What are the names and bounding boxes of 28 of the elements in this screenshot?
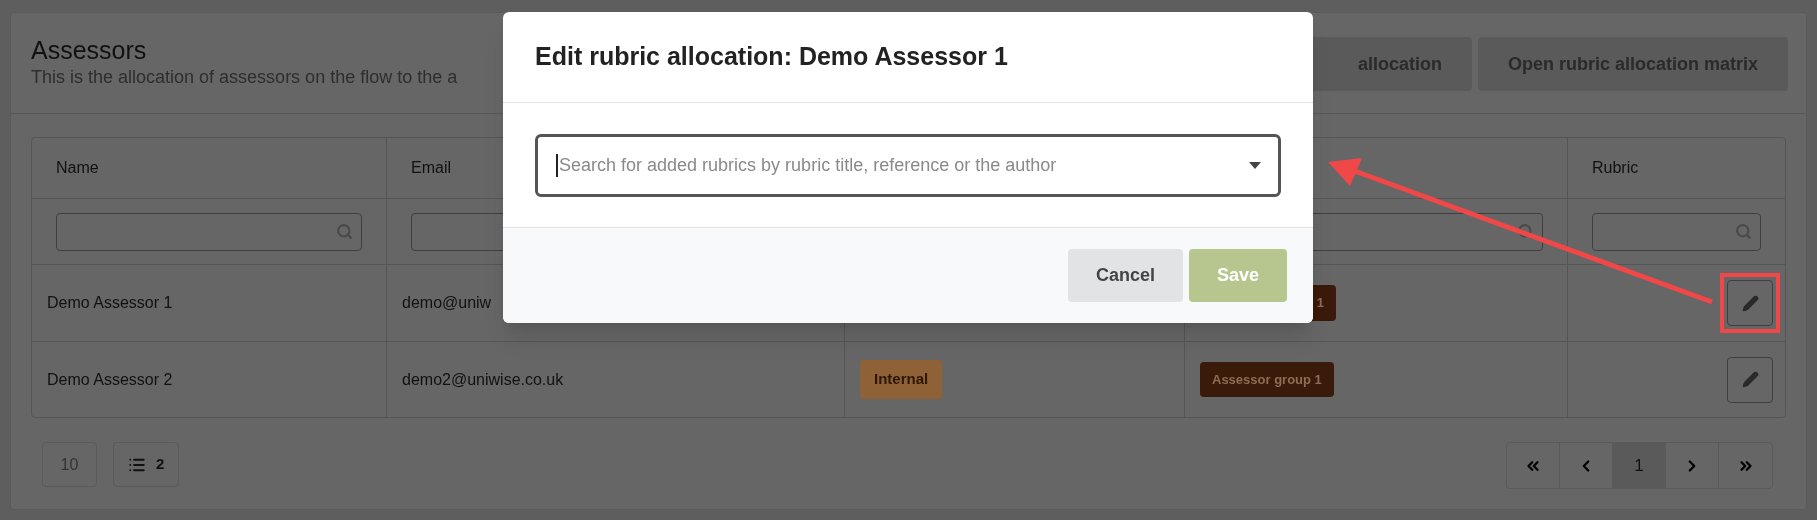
section-title: Assessors <box>31 35 148 65</box>
search-icon <box>336 223 353 240</box>
search-icon <box>1517 223 1534 240</box>
count-button[interactable]: 2 <box>113 442 180 487</box>
modal-title: Edit rubric allocation: Demo Assessor 1 <box>535 41 1008 73</box>
dropdown-caret-icon <box>1249 161 1261 169</box>
column-header: Email <box>411 158 451 178</box>
table-cell-text: Demo Assessor 1 <box>47 293 173 313</box>
save-button[interactable]: Save <box>1188 249 1287 302</box>
cancel-button[interactable]: Cancel <box>1067 249 1183 302</box>
search-icon <box>1735 223 1752 240</box>
page-button[interactable]: 1 <box>1613 443 1666 488</box>
column-header: Rubric <box>1592 158 1639 178</box>
table-cell-text: demo2@uniwise.co.uk <box>402 369 564 390</box>
pencil-icon <box>1741 371 1759 388</box>
group-tag: Assessor group 1 <box>1200 361 1334 398</box>
filter-field[interactable] <box>1592 212 1761 251</box>
edit-button[interactable] <box>1727 280 1773 326</box>
text-cursor <box>556 153 558 177</box>
rubric-select[interactable]: Search for added rubrics by rubric title, reference or the author <box>535 133 1281 197</box>
edit-button[interactable] <box>1727 356 1773 403</box>
section-description: This is the allocation of assessors on the flow to the a <box>31 66 458 89</box>
table-cell-text: Demo Assessor 2 <box>47 369 173 390</box>
pencil-icon <box>1741 294 1759 312</box>
type-tag: Internal <box>860 360 943 399</box>
column-header: Name <box>56 158 99 178</box>
filter-field[interactable] <box>56 212 362 251</box>
table-cell-text: demo@uniw <box>402 293 492 313</box>
